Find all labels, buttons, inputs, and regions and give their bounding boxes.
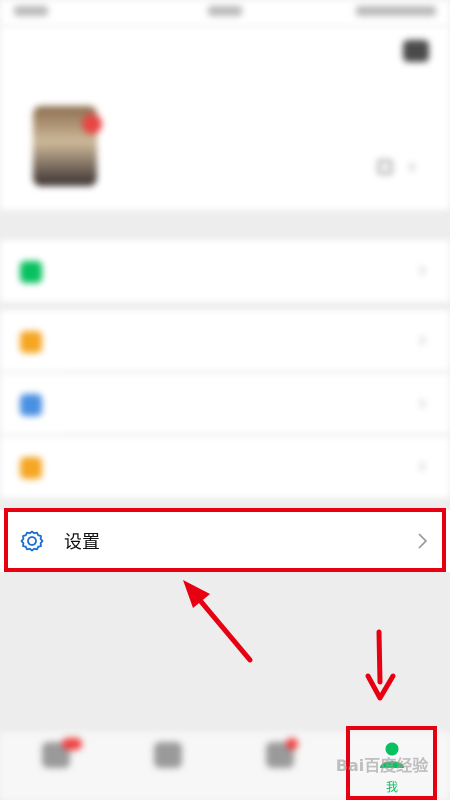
status-bar <box>0 0 450 26</box>
avatar-badge <box>82 114 102 134</box>
status-icons <box>356 6 436 16</box>
profile-header[interactable]: › <box>0 26 450 210</box>
arrow-to-settings-icon <box>183 580 253 663</box>
chevron-right-icon: › <box>418 454 427 479</box>
contacts-icon <box>154 742 182 768</box>
highlight-box-settings <box>4 508 446 572</box>
wallet-icon <box>20 261 42 283</box>
camera-icon[interactable] <box>403 40 429 62</box>
unread-badge <box>62 738 82 750</box>
chevron-right-icon: › <box>418 328 427 353</box>
qr-code-icon[interactable] <box>378 160 392 174</box>
tab-discover[interactable] <box>224 730 336 800</box>
arrow-to-me-tab-icon <box>365 629 396 701</box>
favorites-icon <box>20 331 42 353</box>
album-icon <box>20 394 42 416</box>
tab-contacts[interactable] <box>112 730 224 800</box>
watermark: Bai百度经验 <box>335 756 429 775</box>
menu-item-cards[interactable]: › <box>0 436 450 498</box>
status-carrier <box>208 6 242 16</box>
cards-icon <box>20 457 42 479</box>
menu-item-album[interactable]: › <box>0 373 450 435</box>
chevron-right-icon: › <box>418 258 427 283</box>
chevron-right-icon: › <box>418 391 427 416</box>
unread-badge <box>286 738 298 750</box>
menu-item-pay[interactable]: › <box>0 240 450 302</box>
chevron-right-icon: › <box>408 154 416 178</box>
status-time <box>14 6 48 16</box>
tab-chats[interactable] <box>0 730 112 800</box>
menu-item-favorites[interactable]: › <box>0 310 450 372</box>
